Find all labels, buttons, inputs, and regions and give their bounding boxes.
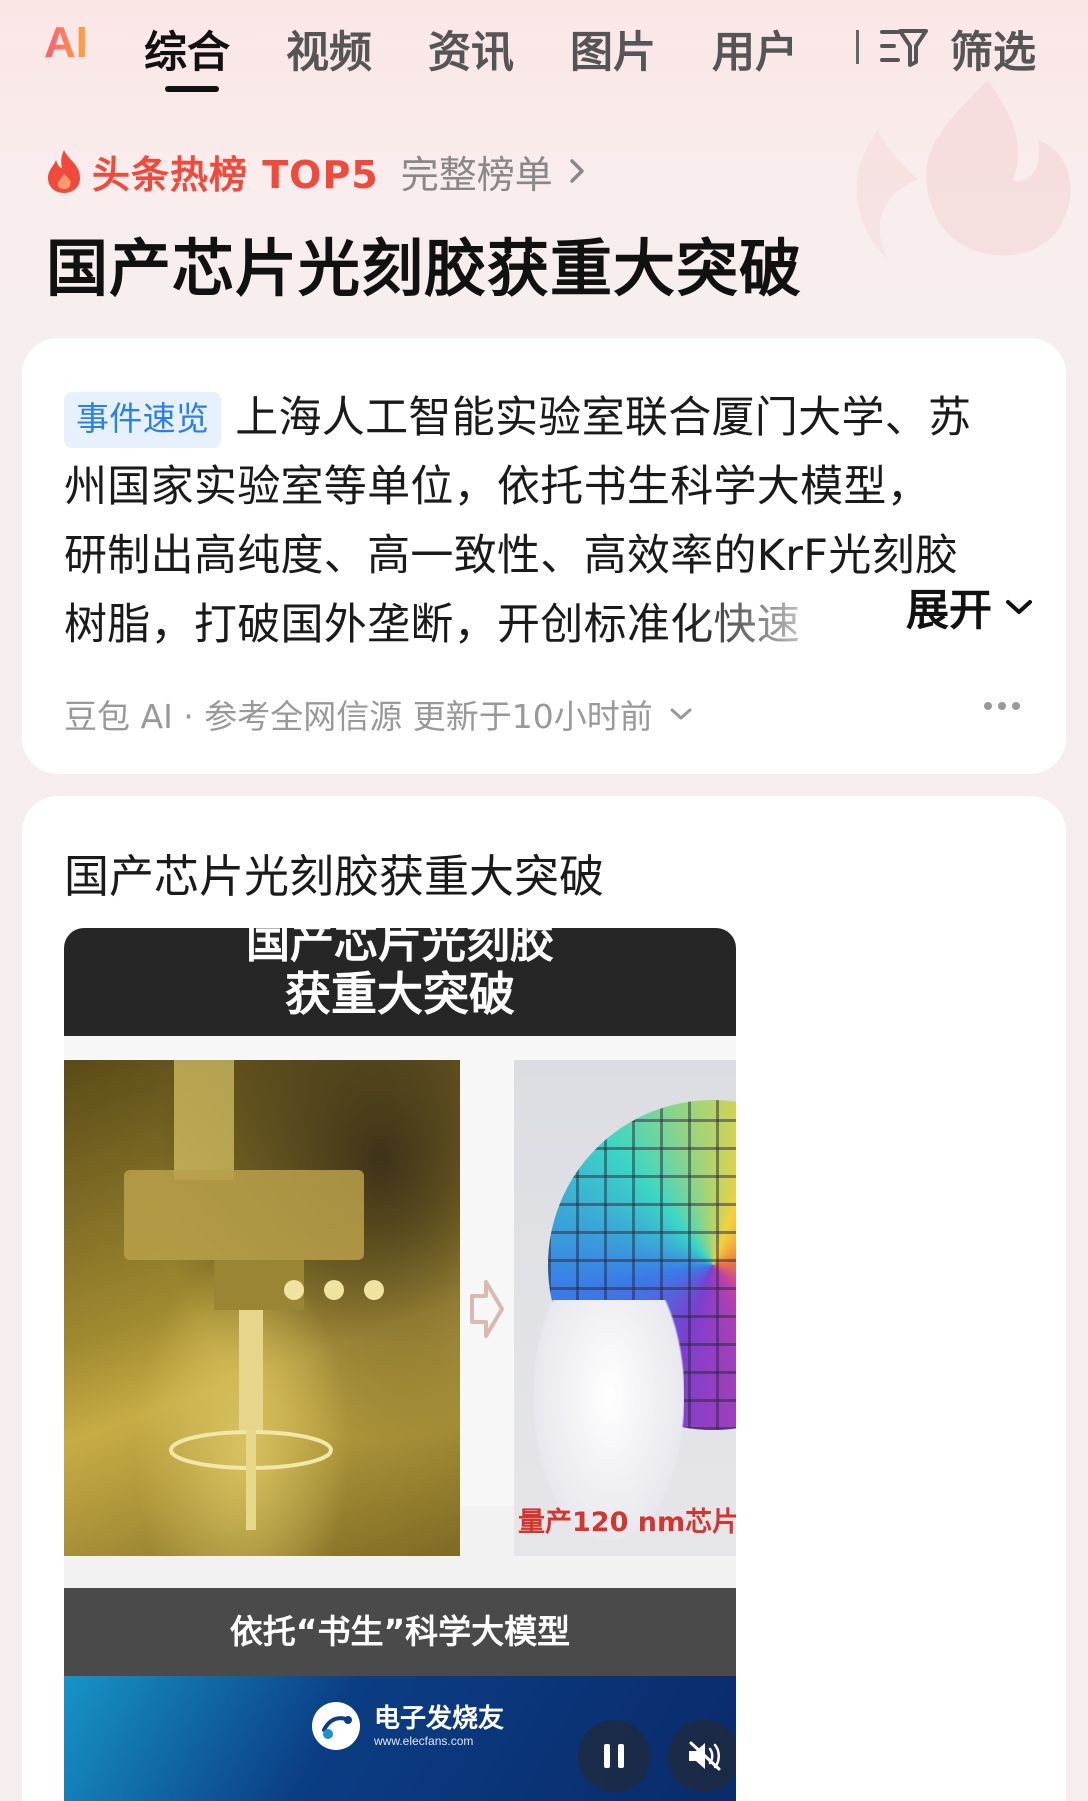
video-player[interactable]: 国产芯片光刻胶 获重大突破 量产120 nm芯片 依托“书生”科学大模型 电子发… [64,928,736,1801]
video-title-line: 获重大突破 [285,967,515,1021]
hot-list-label: 头条热榜 TOP5 [92,152,379,197]
chevron-right-icon [570,159,584,183]
brand-logo-icon [312,1702,360,1750]
lithography-machine-image [64,1060,460,1556]
arrow-right-icon [470,1280,504,1338]
source-meta[interactable]: 豆包 AI · 参考全网信源 更新于10小时前 [64,690,693,738]
summary-line: 上海人工智能实验室联合厦门大学、苏 [235,393,972,443]
tab-ai[interactable]: AI [44,18,88,68]
page-title[interactable]: 国产芯片光刻胶获重大突破 [46,218,802,308]
wafer-caption: 量产120 nm芯片 [518,1507,736,1538]
chevron-down-icon [1006,600,1032,614]
active-tab-indicator [165,86,219,92]
volume-muted-icon [689,1741,721,1771]
video-frame: 量产120 nm芯片 [64,1036,736,1556]
more-options-icon[interactable] [982,700,1022,712]
video-subtitle: 依托“书生”科学大模型 [64,1588,736,1676]
video-brand-banner: 电子发烧友 www.elecfans.com [64,1676,736,1801]
decorative-flame-watermark [856,80,1071,260]
search-tab-bar: AI 综合 视频 资讯 图片 用户 筛选 [0,0,1088,100]
source-meta-text: 豆包 AI · 参考全网信源 更新于10小时前 [64,697,653,736]
expand-label: 展开 [906,586,992,636]
wafer-image: 量产120 nm芯片 [514,1060,736,1556]
video-result-title[interactable]: 国产芯片光刻胶获重大突破 [64,840,604,905]
video-result-card[interactable]: 国产芯片光刻胶获重大突破 国产芯片光刻胶 获重大突破 量产120 nm芯片 依托… [22,796,1066,1801]
tab-images[interactable]: 图片 [570,18,656,80]
tab-comprehensive[interactable]: 综合 [144,18,230,80]
event-summary-card: 事件速览 上海人工智能实验室联合厦门大学、苏 州国家实验室等单位，依托书生科学大模… [22,338,1066,774]
pause-button[interactable] [578,1720,650,1792]
tab-news[interactable]: 资讯 [428,18,514,80]
brand-logo: 电子发烧友 www.elecfans.com [310,1700,504,1752]
summary-line: 州国家实验室等单位，依托书生科学大模型， [64,462,930,512]
tab-overflow-divider [856,30,859,64]
pause-icon [604,1744,624,1768]
hot-list-row[interactable]: 头条热榜 TOP5 完整榜单 [44,144,587,199]
summary-line: 树脂，打破国外垄断，开创标准化快速 [64,600,801,650]
expand-button[interactable]: 展开 [886,576,1034,638]
full-list-link[interactable]: 完整榜单 [401,144,553,199]
tab-video[interactable]: 视频 [286,18,372,80]
mute-button[interactable] [668,1720,736,1792]
filter-button[interactable]: 筛选 [950,18,1036,80]
flame-icon [48,150,80,193]
event-summary-badge: 事件速览 [64,392,222,448]
video-title-banner: 国产芯片光刻胶 获重大突破 [64,928,736,1036]
filter-icon[interactable] [880,26,928,68]
chevron-down-icon [670,708,692,720]
tab-users[interactable]: 用户 [712,18,798,80]
brand-url: www.elecfans.com [374,1734,474,1748]
brand-name: 电子发烧友 [374,1704,505,1734]
